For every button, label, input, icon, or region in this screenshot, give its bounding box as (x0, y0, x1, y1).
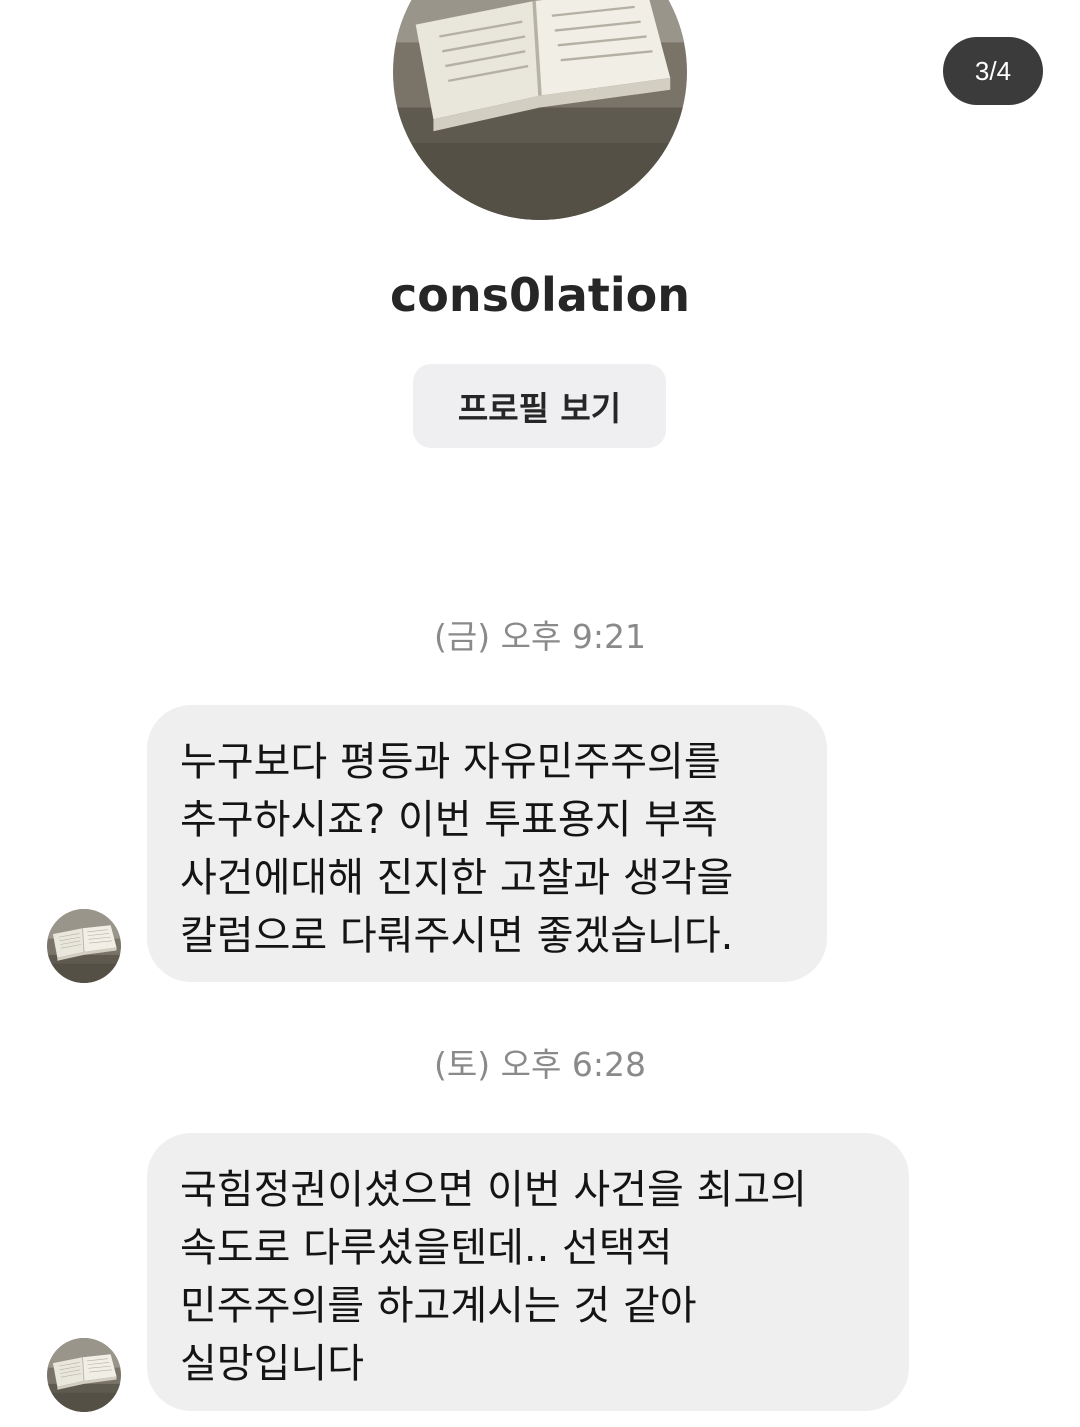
message-line: 실망입니다 (180, 1341, 364, 1387)
message-line: 사건에대해 진지한 고찰과 생각을 (180, 855, 734, 901)
sender-avatar[interactable] (47, 1338, 121, 1412)
message-line: 속도로 다루셨을텐데.. 선택적 (180, 1225, 673, 1271)
message-bubble[interactable]: 국힘정권이셨으면 이번 사건을 최고의 속도로 다루셨을텐데.. 선택적 민주주… (147, 1133, 909, 1411)
open-book-avatar-icon (47, 1338, 121, 1412)
message-line: 민주주의를 하고계시는 것 같아 (180, 1283, 697, 1329)
message-bubble[interactable]: 누구보다 평등과 자유민주주의를 추구하시죠? 이번 투표용지 부족 사건에대해… (147, 705, 827, 982)
page-indicator-badge: 3/4 (943, 37, 1043, 105)
open-book-avatar-icon (47, 909, 121, 983)
message-timestamp: (토) 오후 6:28 (434, 1045, 646, 1084)
message-timestamp: (금) 오후 9:21 (434, 617, 646, 656)
sender-avatar[interactable] (47, 909, 121, 983)
view-profile-button[interactable]: 프로필 보기 (413, 364, 666, 448)
message-line: 누구보다 평등과 자유민주주의를 (180, 739, 721, 785)
profile-avatar[interactable] (393, 0, 687, 220)
message-line: 추구하시죠? 이번 투표용지 부족 (180, 797, 718, 843)
open-book-avatar-icon (393, 0, 687, 220)
message-line: 칼럼으로 다뤄주시면 좋겠습니다. (180, 913, 734, 959)
username: cons0lation (390, 268, 690, 322)
message-line: 국힘정권이셨으면 이번 사건을 최고의 (180, 1167, 807, 1213)
